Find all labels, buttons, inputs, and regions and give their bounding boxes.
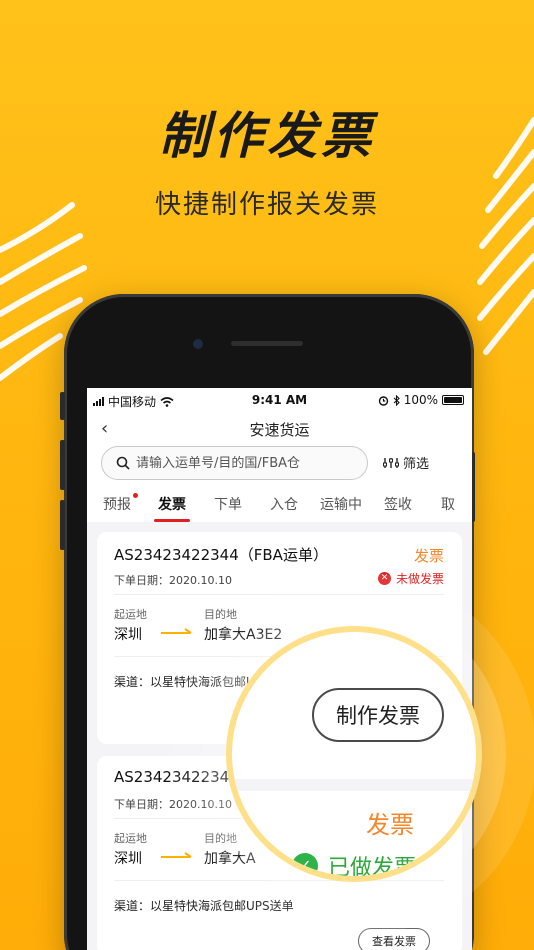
camera-icon: [193, 339, 203, 349]
view-invoice-button[interactable]: 查看发票: [358, 928, 430, 950]
bluetooth-icon: [393, 394, 400, 406]
arrow-right-icon: [161, 628, 192, 634]
tab-active-indicator: [154, 519, 190, 522]
origin-label: 起运地: [114, 832, 147, 845]
destination-label: 目的地: [204, 608, 237, 621]
origin-value: 深圳: [114, 627, 142, 643]
order-date: 下单日期：2020.10.10: [114, 798, 232, 811]
tab-label: 预报: [103, 497, 131, 513]
order-type: 发票: [413, 547, 444, 565]
invoice-status: ✕ 未做发票: [377, 570, 444, 587]
invoice-status-label: 未做发票: [395, 572, 444, 586]
search-input[interactable]: [136, 455, 356, 471]
tab-signed[interactable]: 签收: [384, 494, 412, 514]
volume-up-button: [60, 440, 65, 490]
close-circle-icon: ✕: [377, 572, 391, 585]
status-bar: 中国移动 9:41 AM 100%: [87, 388, 472, 412]
hero-title: 制作发票: [159, 107, 375, 165]
destination-label: 目的地: [204, 832, 237, 845]
order-number: AS23423422344（FBA运单）: [114, 546, 328, 564]
filter-label: 筛选: [403, 457, 430, 472]
mute-switch: [60, 392, 65, 420]
invoice-status: ✓ 已做发票: [292, 850, 416, 876]
speaker-grille: [231, 341, 303, 346]
notification-dot: [133, 493, 138, 498]
origin-value: 深圳: [114, 851, 142, 867]
volume-down-button: [60, 500, 65, 550]
filter-icon: [383, 457, 399, 468]
make-invoice-button[interactable]: 制作发票: [312, 688, 444, 742]
order-date: 下单日期：2020.10.10: [114, 574, 232, 587]
divider: [114, 880, 444, 881]
tab-forecast[interactable]: 预报: [103, 493, 138, 514]
tab-warehouse[interactable]: 入仓: [270, 494, 298, 514]
tab-in-transit[interactable]: 运输中: [320, 494, 362, 514]
shipping-channel: 渠道：以星特快海派包邮UPS送单: [114, 899, 294, 913]
search-row: 筛选: [87, 446, 472, 486]
invoice-status-label: 已做发票: [328, 856, 417, 876]
magnifier-callout: 制作发票 发票 ✓ 已做发票: [232, 632, 476, 876]
search-box[interactable]: [101, 446, 368, 480]
battery-icon: [442, 395, 464, 405]
destination-value: 加拿大A: [204, 851, 256, 867]
destination-value: 加拿大A3E2: [204, 627, 283, 643]
divider: [114, 594, 444, 595]
order-number: AS23423422344: [114, 768, 239, 786]
arrow-right-icon: [161, 852, 192, 858]
tab-bar: 预报 发票 下单 入仓 运输中 签收 取: [87, 486, 472, 522]
page-title: 安速货运: [249, 421, 310, 439]
divider: [232, 779, 476, 791]
nav-bar: ‹ 安速货运: [87, 412, 472, 446]
hero-subtitle: 快捷制作报关发票: [154, 190, 379, 220]
battery-percent: 100%: [403, 393, 438, 407]
search-icon: [116, 456, 130, 470]
check-circle-icon: ✓: [292, 853, 318, 876]
status-right: 100%: [378, 393, 464, 407]
alarm-icon: [378, 395, 388, 406]
tab-more[interactable]: 取: [441, 494, 455, 514]
order-type: 发票: [366, 811, 414, 839]
tab-invoice[interactable]: 发票: [158, 494, 186, 514]
filter-button[interactable]: 筛选: [383, 453, 429, 472]
origin-label: 起运地: [114, 608, 147, 621]
tab-order[interactable]: 下单: [214, 494, 242, 514]
